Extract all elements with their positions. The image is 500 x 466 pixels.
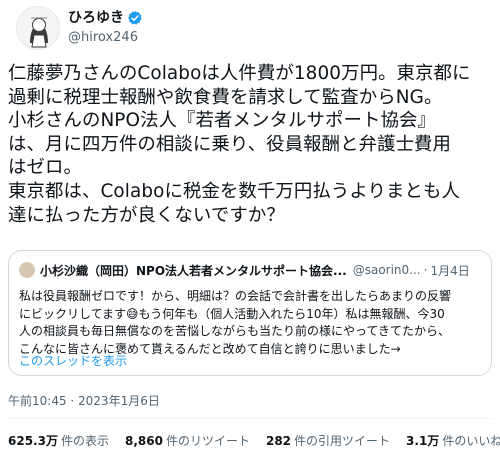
author-handle[interactable]: @hirox246 — [68, 29, 143, 47]
verified-badge-icon — [128, 11, 142, 25]
quoted-author-avatar — [19, 262, 35, 278]
likes-count: 3.1万 — [406, 434, 440, 448]
tweet-header: ひろゆき @hirox246 — [16, 6, 484, 50]
quote-tweets-label: 件の引用ツイート — [294, 434, 391, 448]
quoted-tweet[interactable]: 小杉沙織（岡田）NPO法人若者メンタルサポート協会... @saorin0...… — [8, 250, 492, 376]
quoted-tweet-header: 小杉沙織（岡田）NPO法人若者メンタルサポート協会... @saorin0...… — [19, 261, 481, 279]
tweet-line: 過剰に税理士報酬や飲食費を請求して監査からNG。 — [8, 86, 443, 108]
views-stat[interactable]: 625.3万 件の表示 — [8, 432, 109, 449]
quoted-line: 人の相談員も毎日無償なのを苦悩しながらも当たり前の様にやってきてたから、 — [19, 324, 451, 338]
quote-tweets-count: 282 — [265, 434, 292, 448]
tweet-timestamp[interactable]: 午前10:45 · 2023年1月6日 — [8, 392, 160, 409]
quote-tweets-stat[interactable]: 282 件の引用ツイート — [266, 432, 390, 449]
show-thread-link[interactable]: このスレッドを表示 — [19, 352, 127, 369]
views-count: 625.3万 — [8, 434, 58, 448]
tweet-stats: 625.3万 件の表示 8,860 件のリツイート 282 件の引用ツイート 3.1万… — [8, 432, 500, 449]
tweet-line: はゼロ。 — [8, 157, 82, 179]
author-name[interactable]: ひろゆき — [68, 9, 124, 27]
author-block: ひろゆき @hirox246 — [68, 9, 143, 47]
likes-label: 件のいいね — [442, 434, 500, 448]
tweet-line: 小杉さんのNPO法人『若者メンタルサポート協会』 — [8, 110, 436, 132]
quoted-line: 私は役員報酬ゼロです！から、明細は？の会話で会計書を出したらあまりの反響 — [19, 289, 452, 303]
tweet-line: 仁藤夢乃さんのColaboは人件費が1800万円。東京都に — [8, 63, 471, 84]
views-label: 件の表示 — [60, 434, 109, 448]
author-avatar[interactable] — [16, 6, 60, 50]
likes-stat[interactable]: 3.1万 件のいいね — [406, 432, 500, 449]
separator-dot: · — [423, 263, 428, 277]
quoted-tweet-text: 私は役員報酬ゼロです！から、明細は？の会話で会計書を出したらあまりの反響 にビッ… — [19, 288, 489, 358]
quoted-date: 1月4日 — [430, 263, 470, 278]
tweet-line: は、月に四万件の相談に乗り、役員報酬と弁護士費用 — [8, 133, 452, 155]
retweets-label: 件のリツイート — [165, 434, 250, 448]
tweet-text: 仁藤夢乃さんのColaboは人件費が1800万円。東京都に 過剰に税理士報酬や飲… — [8, 62, 492, 227]
quoted-author-name: 小杉沙織（岡田）NPO法人若者メンタルサポート協会... — [40, 263, 347, 278]
divider — [8, 418, 492, 419]
quoted-author-handle: @saorin0... — [352, 263, 421, 277]
retweets-count: 8,860 — [124, 434, 163, 448]
tweet-line: 東京都は、Colaboに税金を数千万円払うよりまとも人 — [8, 180, 460, 202]
tweet-line: 達に払った方が良くないですか？ — [8, 204, 285, 226]
quoted-line: にビックリしてます😅もう何年も（個人活動入れたら10年）私は無報酬、今30 — [19, 306, 445, 321]
retweets-stat[interactable]: 8,860 件のリツイート — [125, 432, 250, 449]
